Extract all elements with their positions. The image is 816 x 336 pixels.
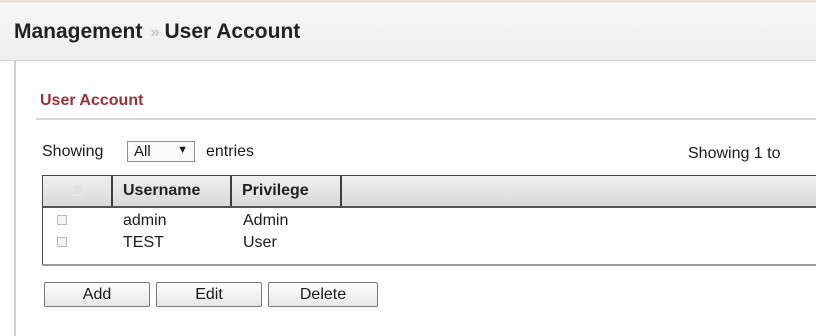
table-row[interactable]: admin Admin (43, 210, 816, 230)
entries-select[interactable]: All ▼ (127, 141, 195, 162)
row-checkbox[interactable] (57, 237, 67, 247)
user-account-page: Management » User Account User Account S… (0, 0, 816, 336)
panel-title-divider (36, 118, 816, 120)
column-label-privilege: Privilege (242, 182, 309, 199)
column-header-privilege[interactable]: Privilege (234, 176, 342, 206)
user-table: Username Privilege admin Admin TEST User (42, 175, 816, 265)
row-checkbox[interactable] (57, 215, 67, 225)
chevron-double-right-icon: » (150, 22, 160, 41)
content-left-border (14, 60, 16, 336)
select-all-checkbox[interactable] (72, 184, 84, 196)
breadcrumb: Management » User Account (14, 20, 300, 44)
add-button[interactable]: Add (44, 282, 150, 307)
cell-privilege: Admin (243, 212, 289, 229)
table-row[interactable]: TEST User (43, 232, 816, 252)
entries-label: entries (206, 143, 255, 160)
cell-username: TEST (123, 234, 164, 251)
table-header: Username Privilege (43, 176, 816, 208)
delete-button[interactable]: Delete (268, 282, 378, 307)
panel-title: User Account (40, 92, 144, 109)
showing-info: Showing 1 to (688, 145, 781, 162)
top-accent-bar (0, 0, 816, 3)
cell-username: admin (123, 212, 167, 229)
table-bottom-border (42, 264, 816, 266)
select-all-cell (43, 176, 113, 206)
showing-label: Showing (42, 143, 104, 160)
cell-privilege: User (243, 234, 277, 251)
column-label-username: Username (123, 182, 201, 199)
breadcrumb-page: User Account (164, 20, 301, 43)
edit-button[interactable]: Edit (156, 282, 262, 307)
dropdown-arrow-icon: ▼ (177, 144, 188, 156)
column-header-username[interactable]: Username (115, 176, 232, 206)
page-header: Management » User Account (0, 4, 816, 61)
entries-select-value: All (134, 143, 151, 160)
breadcrumb-section: Management (14, 20, 143, 43)
